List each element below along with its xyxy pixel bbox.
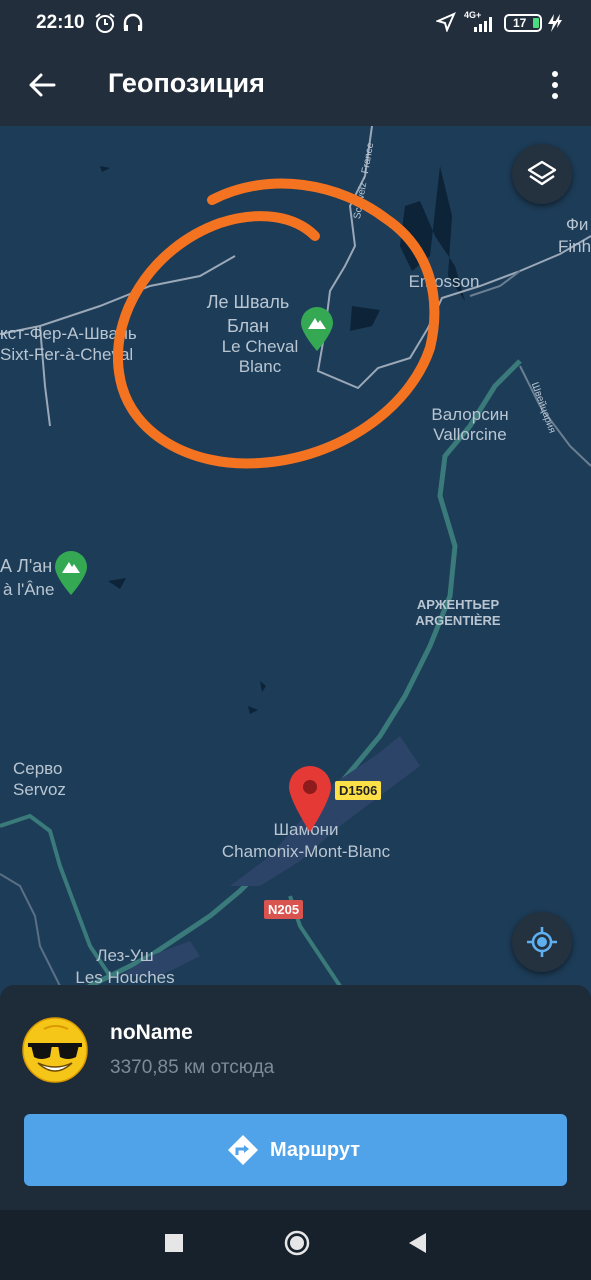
my-location-button[interactable] [512,912,572,972]
recents-square-icon[interactable] [165,1234,183,1252]
road-shield-n205: N205 [264,900,304,919]
status-time: 22:10 [36,12,85,33]
place-label-argentiere-fr: ARGENTIÈRE [415,613,501,628]
charging-icon [548,14,562,32]
location-sheet: noName 3370,85 км отсюда Маршрут [0,985,591,1210]
more-vert-icon[interactable] [540,68,570,102]
home-circle-icon[interactable] [284,1230,310,1256]
my-location-icon [527,927,557,957]
location-arrow-icon [436,12,456,32]
system-nav-bar [0,1210,591,1280]
place-label-chamonix-fr: Chamonix-Mont-Blanc [221,842,391,861]
alarm-icon [95,13,115,33]
app-bar: Геопозиция [0,44,591,126]
map-view[interactable]: Ле Шваль Блан Le Cheval Blanc кст-Фер-А-… [0,126,591,1006]
avatar [22,1017,88,1083]
signal-4g-icon [474,17,492,32]
place-label-ane-fr: à l'Âne [3,580,55,599]
place-label-fin-ru: Фи [566,215,589,234]
page-title: Геопозиция [108,68,265,98]
mountain-marker-icon[interactable] [55,551,87,595]
user-name: noName [110,1021,193,1044]
place-label-servoz-ru: Серво [13,759,63,778]
distance-text: 3370,85 км отсюда [110,1057,275,1078]
place-label-les-houches-ru: Лез-Уш [96,946,154,965]
location-pin-icon[interactable] [289,766,331,832]
layers-icon [527,160,557,186]
directions-icon [228,1135,258,1165]
battery-level: 17 [513,16,527,30]
place-label-fin-fr: Finh [558,237,591,256]
place-label-argentiere-ru: АРЖЕНТЬЕР [416,597,500,612]
place-label-ane-ru: А Л'ан [0,556,53,576]
battery-icon: 17 [504,14,542,32]
road-shield-d1506: D1506 [335,781,382,800]
headphones-icon [123,13,143,31]
route-button-label: Маршрут [270,1139,361,1161]
place-label-servoz-fr: Servoz [13,780,66,799]
status-bar: 22:10 4G+ 17 [0,0,591,44]
route-button[interactable]: Маршрут [24,1114,567,1186]
back-triangle-icon[interactable] [408,1233,428,1253]
layers-button[interactable] [512,144,572,204]
arrow-left-icon[interactable] [26,69,58,101]
annotation-circle [113,178,440,469]
